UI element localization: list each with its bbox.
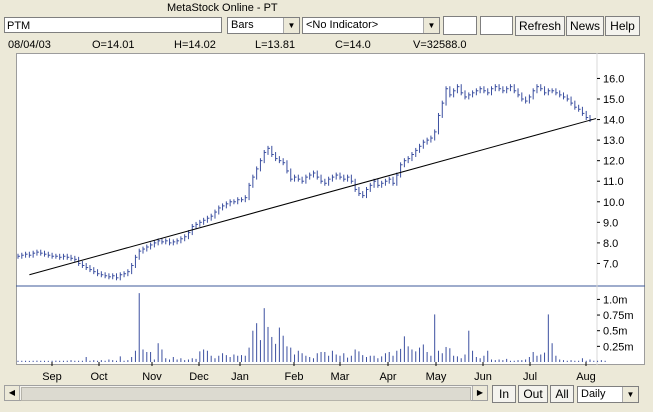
zoom-in-button[interactable]: In [492,385,516,403]
scroll-left-icon[interactable]: ◀ [5,386,20,400]
zoom-all-button[interactable]: All [550,385,574,403]
volume-tick-label: 0.5m [603,326,627,338]
price-tick-label: 9.0 [603,217,618,229]
x-tick-label: Apr [379,371,396,383]
price-tick-label: 13.0 [603,135,624,147]
volume-tick-label: 0.75m [603,310,634,322]
x-tick-label: Oct [90,371,107,383]
horizontal-scrollbar[interactable]: ◀ ▶ [4,385,488,401]
price-tick-label: 16.0 [603,73,624,85]
zoom-out-button[interactable]: Out [518,385,548,403]
x-tick-label: Jan [231,371,249,383]
price-tick-label: 14.0 [603,115,624,127]
price-tick-label: 12.0 [603,156,624,168]
price-tick-label: 7.0 [603,258,618,270]
period-select[interactable]: Daily ▼ [577,386,639,403]
x-tick-label: Nov [142,371,162,383]
price-tick-label: 8.0 [603,238,618,250]
chevron-down-icon[interactable]: ▼ [622,387,638,402]
x-tick-label: Dec [189,371,209,383]
x-tick-label: Aug [576,371,596,383]
x-tick-label: Sep [42,371,62,383]
period-value: Daily [581,388,606,400]
x-tick-label: Mar [331,371,350,383]
x-tick-label: Jul [523,371,537,383]
x-tick-label: Jun [474,371,492,383]
volume-tick-label: 0.25m [603,341,634,353]
volume-tick-label: 1.0m [603,294,627,306]
x-tick-label: May [426,371,447,383]
price-volume-chart[interactable]: 7.0 8.0 9.0 10.0 11.0 12.0 13.0 14.0 15.0 16.0 0.2… [0,0,653,384]
price-tick-label: 10.0 [603,197,624,209]
price-tick-label: 11.0 [603,176,624,188]
scroll-right-icon[interactable]: ▶ [472,386,487,400]
x-tick-label: Feb [285,371,304,383]
scroll-thumb[interactable] [21,387,471,401]
trendline [29,118,597,276]
price-tick-label: 15.0 [603,94,624,106]
